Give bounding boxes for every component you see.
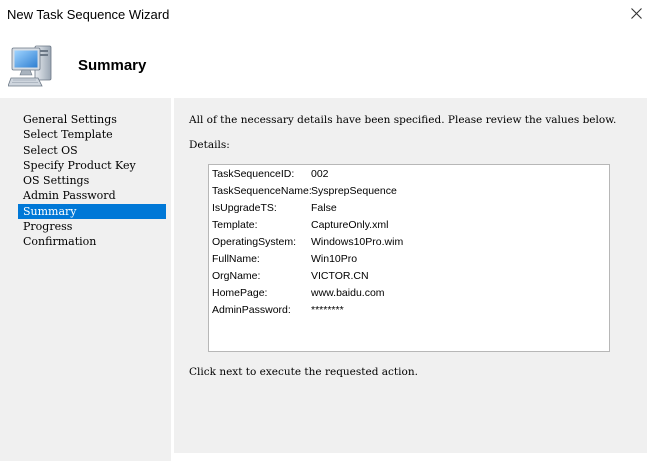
detail-key: TaskSequenceID:	[212, 168, 295, 180]
step-admin-password[interactable]: Admin Password	[18, 188, 166, 203]
window-title: New Task Sequence Wizard	[7, 7, 170, 22]
detail-value: 002	[311, 168, 329, 180]
step-progress[interactable]: Progress	[18, 219, 166, 234]
detail-value: False	[311, 202, 337, 214]
detail-value: Win10Pro	[311, 253, 358, 265]
detail-value: SysprepSequence	[311, 185, 397, 197]
title-bar: New Task Sequence Wizard	[0, 0, 650, 30]
summary-content: All of the necessary details have been s…	[174, 98, 647, 453]
detail-key: TaskSequenceName:	[212, 185, 312, 197]
detail-key: OrgName:	[212, 270, 261, 282]
wizard-steps-pane: General Settings Select Template Select …	[0, 98, 171, 461]
detail-key: FullName:	[212, 253, 260, 265]
step-summary[interactable]: Summary	[18, 203, 166, 220]
detail-value: www.baidu.com	[311, 287, 385, 299]
step-confirmation[interactable]: Confirmation	[18, 234, 166, 249]
bottom-strip	[174, 453, 647, 461]
computer-icon	[8, 45, 52, 87]
detail-value: CaptureOnly.xml	[311, 219, 389, 231]
step-select-template[interactable]: Select Template	[18, 127, 166, 142]
step-specify-product-key[interactable]: Specify Product Key	[18, 158, 166, 173]
step-os-settings[interactable]: OS Settings	[18, 173, 166, 188]
wizard-steps-list: General Settings Select Template Select …	[18, 112, 166, 250]
detail-key: HomePage:	[212, 287, 268, 299]
detail-key: IsUpgradeTS:	[212, 202, 277, 214]
detail-value: Windows10Pro.wim	[311, 236, 404, 248]
detail-value: ********	[311, 304, 344, 316]
wizard-header: Summary	[0, 30, 650, 98]
detail-key: Template:	[212, 219, 258, 231]
footer-instruction: Click next to execute the requested acti…	[189, 366, 418, 378]
detail-value: VICTOR.CN	[311, 270, 369, 282]
step-general-settings[interactable]: General Settings	[18, 112, 166, 127]
close-icon	[631, 8, 642, 19]
details-textbox[interactable]: TaskSequenceID: 002 TaskSequenceName: Sy…	[208, 164, 610, 352]
step-select-os[interactable]: Select OS	[18, 143, 166, 158]
page-title: Summary	[78, 57, 147, 74]
intro-text: All of the necessary details have been s…	[189, 114, 617, 126]
detail-key: AdminPassword:	[212, 304, 291, 316]
details-label: Details:	[189, 139, 230, 151]
detail-key: OperatingSystem:	[212, 236, 297, 248]
close-button[interactable]	[622, 0, 650, 28]
